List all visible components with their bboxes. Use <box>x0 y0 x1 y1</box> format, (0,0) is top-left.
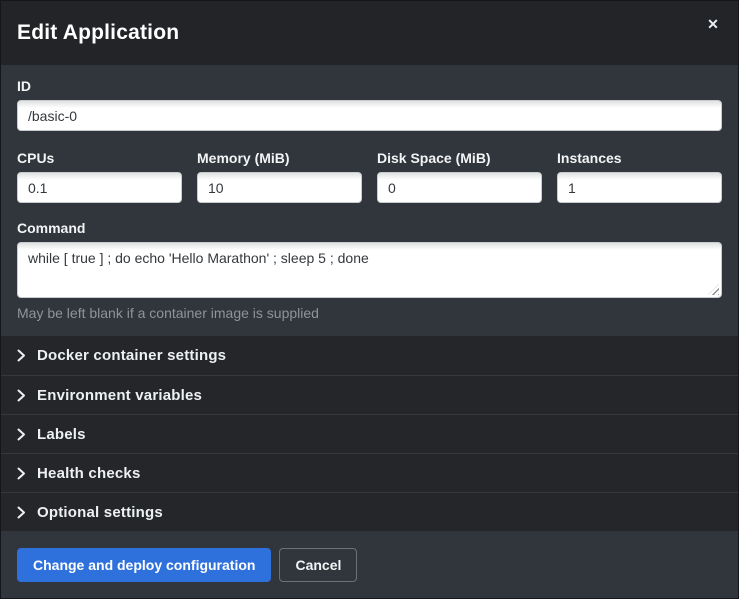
disk-field-group: Disk Space (MiB) <box>377 150 542 203</box>
id-input[interactable] <box>17 100 722 131</box>
disk-input[interactable] <box>377 172 542 203</box>
collapsible-sections: Docker container settings Environment va… <box>1 336 738 531</box>
id-label: ID <box>17 78 722 94</box>
section-label: Environment variables <box>37 387 202 404</box>
section-labels[interactable]: Labels <box>1 414 738 453</box>
chevron-right-icon <box>17 506 26 519</box>
section-health-checks[interactable]: Health checks <box>1 453 738 492</box>
command-textarea-wrap: while [ true ] ; do echo 'Hello Marathon… <box>17 242 722 298</box>
instances-label: Instances <box>557 150 722 166</box>
disk-label: Disk Space (MiB) <box>377 150 542 166</box>
section-label: Optional settings <box>37 504 163 521</box>
command-label: Command <box>17 220 722 236</box>
cpus-label: CPUs <box>17 150 182 166</box>
cpus-input[interactable] <box>17 172 182 203</box>
close-icon[interactable]: ✕ <box>702 13 724 35</box>
cpus-field-group: CPUs <box>17 150 182 203</box>
section-label: Docker container settings <box>37 347 226 364</box>
change-and-deploy-button[interactable]: Change and deploy configuration <box>17 548 271 582</box>
cancel-button[interactable]: Cancel <box>279 548 357 582</box>
application-form: ID CPUs Memory (MiB) Disk Space (MiB) In… <box>1 65 738 336</box>
section-optional-settings[interactable]: Optional settings <box>1 492 738 531</box>
chevron-right-icon <box>17 428 26 441</box>
resources-row: CPUs Memory (MiB) Disk Space (MiB) Insta… <box>17 150 722 203</box>
memory-field-group: Memory (MiB) <box>197 150 362 203</box>
modal-header: Edit Application ✕ <box>1 1 738 65</box>
command-help-text: May be left blank if a container image i… <box>17 305 722 321</box>
id-field-group: ID <box>17 78 722 131</box>
chevron-right-icon <box>17 467 26 480</box>
section-label: Health checks <box>37 465 140 482</box>
section-docker-container-settings[interactable]: Docker container settings <box>1 336 738 375</box>
section-label: Labels <box>37 426 86 443</box>
modal-footer: Change and deploy configuration Cancel <box>1 531 738 598</box>
memory-input[interactable] <box>197 172 362 203</box>
section-environment-variables[interactable]: Environment variables <box>1 375 738 414</box>
command-textarea[interactable]: while [ true ] ; do echo 'Hello Marathon… <box>17 242 722 298</box>
edit-application-modal: Edit Application ✕ ID CPUs Memory (MiB) … <box>0 0 739 599</box>
command-field-group: Command while [ true ] ; do echo 'Hello … <box>17 220 722 321</box>
modal-title: Edit Application <box>17 21 179 45</box>
instances-field-group: Instances <box>557 150 722 203</box>
memory-label: Memory (MiB) <box>197 150 362 166</box>
chevron-right-icon <box>17 349 26 362</box>
instances-input[interactable] <box>557 172 722 203</box>
chevron-right-icon <box>17 389 26 402</box>
